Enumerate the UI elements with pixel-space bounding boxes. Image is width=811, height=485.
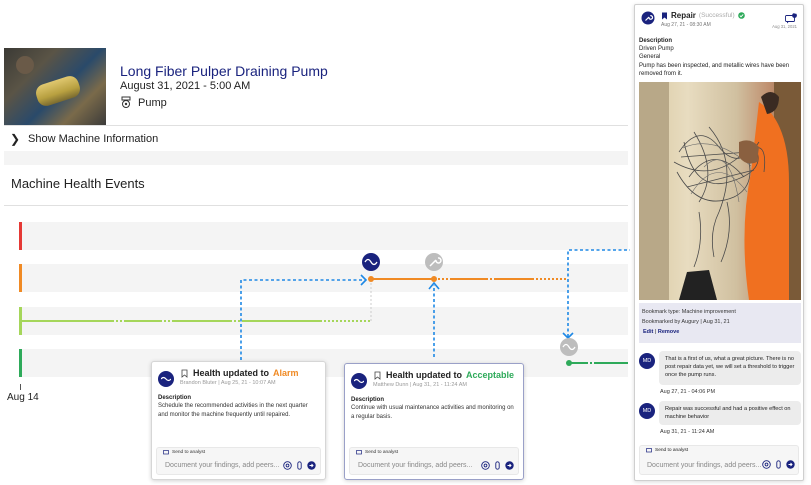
send-arrow-icon[interactable] [505,461,514,470]
alarm-event-card[interactable]: Health updated to Alarm Brandon Bluter |… [151,361,326,480]
bookmark-filled-icon[interactable] [661,12,668,20]
acceptable-status: Acceptable [466,370,515,380]
alarm-card-title: Health updated to Alarm [180,368,299,378]
send-to-analyst-label: Send to analyst [655,448,689,453]
repair-detail-panel: Repair (Successful) Aug 27, 21 - 08:30 A… [634,4,804,481]
comment-input[interactable]: Document your findings, add peers... [358,462,472,469]
check-circle-icon [737,12,745,19]
repair-desc-line: Pump has been inspected, and metallic wi… [639,62,790,78]
acceptable-card-prefix: Health updated to [386,370,462,380]
send-to-analyst-toggle[interactable]: Send to analyst [163,450,205,455]
message-text: Repair was successful and had a positive… [659,401,801,425]
repair-desc-line: General [639,54,661,61]
send-to-analyst-label: Send to analyst [172,450,206,455]
health-event-marker[interactable] [362,253,380,271]
attachment-icon[interactable] [774,460,783,469]
alarm-desc: Schedule the recommended activities in t… [158,403,308,418]
repair-desc-label: Description [639,38,673,44]
connector-arrows [360,274,574,340]
send-to-analyst-toggle[interactable]: Send to analyst [646,448,688,453]
alarm-desc-label: Description [158,395,192,401]
alarm-status: Alarm [273,368,299,378]
flag-icon [356,450,362,455]
attachment-icon[interactable] [295,461,304,470]
repair-photo[interactable] [639,82,801,300]
alarm-card-prefix: Health updated to [193,368,269,378]
flag-icon [646,448,652,453]
wrench-event-marker[interactable] [425,253,443,271]
message-text: That is a first of us, what a great pict… [659,351,801,385]
repair-date: Aug 27, 21 - 08:30 AM [661,22,711,28]
monitor-line [21,279,372,322]
message-count-badge: 1 [794,11,796,15]
attachment-icon[interactable] [493,461,502,470]
alarm-line [368,276,568,282]
message-time: Aug 27, 21 - 04:06 PM [660,389,716,395]
wrench-icon [641,11,655,25]
alarm-card-meta: Brandon Bluter | Aug 25, 21 - 10:07 AM [180,380,276,386]
health-wave-icon [351,373,367,389]
bookmark-info: Bookmark type: Machine improvement Bookm… [639,303,801,343]
bookmarked-by: Bookmarked by Augury | Aug 31, 21 [642,319,730,326]
bookmark-actions: Edit | Remove [643,329,679,335]
mention-icon[interactable] [481,461,490,470]
repair-title-label: Repair [671,11,696,20]
avatar: MD [639,403,655,419]
send-arrow-icon[interactable] [786,460,795,469]
bookmark-outline-icon[interactable] [180,369,189,378]
acceptable-desc-label: Description [351,397,385,403]
repair-desc-line: Driven Pump [639,46,674,52]
repair-photo-illustration [639,82,801,300]
acceptable-desc: Continue with usual maintenance activiti… [351,405,514,420]
mention-icon[interactable] [283,461,292,470]
send-arrow-icon[interactable] [307,461,316,470]
repair-desc: Driven Pump General Pump has been inspec… [639,45,799,79]
flag-icon [163,450,169,455]
acceptable-comment-composer[interactable]: Send to analyst Document your findings, … [349,447,519,475]
bookmark-type: Bookmark type: Machine improvement [642,309,736,315]
acceptable-line [566,360,628,366]
acceptable-card-meta: Matthew Dunn | Aug 31, 21 - 11:24 AM [373,382,467,388]
acceptable-event-marker[interactable] [560,338,578,356]
send-to-analyst-toggle[interactable]: Send to analyst [356,450,398,455]
edit-link[interactable]: Edit [643,329,653,335]
acceptable-event-card[interactable]: Health updated to Acceptable Matthew Dun… [344,363,524,480]
comment-input[interactable]: Document your findings, add peers... [165,462,279,469]
send-to-analyst-label: Send to analyst [365,450,399,455]
remove-link[interactable]: Remove [658,329,679,335]
repair-status: (Successful) [698,12,735,19]
health-wave-icon [158,371,174,387]
repair-comment-composer[interactable]: Send to analyst Document your findings, … [639,445,799,475]
alarm-comment-composer[interactable]: Send to analyst Document your findings, … [156,447,321,475]
repair-title: Repair (Successful) [661,11,745,20]
bookmark-outline-icon[interactable] [373,371,382,380]
avatar: MD [639,353,655,369]
mention-icon[interactable] [762,460,771,469]
message-date: Aug 31, 2021 [772,24,797,29]
acceptable-card-title: Health updated to Acceptable [373,370,514,380]
message-time: Aug 31, 21 - 11:24 AM [660,429,715,435]
comment-input[interactable]: Document your findings, add peers... [647,462,761,469]
